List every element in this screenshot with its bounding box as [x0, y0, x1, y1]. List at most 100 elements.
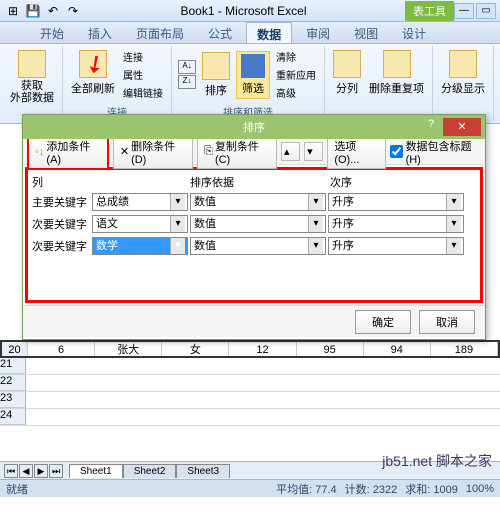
sort-dialog: 排序 ? ✕ ◦↓添加条件(A) ✕删除条件(D) ⎘复制条件(C) ▴ ▾ 选…	[22, 114, 486, 340]
watermark: jb51.net 脚本之家	[382, 451, 492, 471]
dialog-title: 排序	[243, 119, 265, 135]
data-row-empty[interactable]: 24	[0, 409, 500, 426]
text-to-columns-button[interactable]: 分列	[331, 48, 363, 98]
add-icon: ◦↓	[35, 146, 44, 158]
field-select-3[interactable]: 数学	[92, 237, 188, 255]
cell[interactable]: 张大	[95, 342, 162, 356]
undo-icon[interactable]: ↶	[44, 2, 62, 20]
reapply-button[interactable]: 重新应用	[274, 66, 318, 83]
cell[interactable]: 6	[28, 342, 95, 356]
status-ready: 就绪	[6, 481, 28, 497]
sort-row-1: 主要关键字 总成绩 数值 升序	[32, 192, 476, 212]
contextual-tab[interactable]: 表工具	[405, 1, 454, 21]
status-bar: 就绪 平均值: 77.4 计数: 2322 求和: 1009 100%	[0, 479, 500, 497]
tab-review[interactable]: 审阅	[296, 22, 340, 43]
cell[interactable]: 95	[297, 342, 364, 356]
tab-insert[interactable]: 插入	[78, 22, 122, 43]
headers-checkbox[interactable]: 数据包含标题(H)	[390, 138, 481, 166]
titlebar: ⊞ 💾 ↶ ↷ Book1 - Microsoft Excel 表工具 — ▭	[0, 0, 500, 22]
sheet-tab-2[interactable]: Sheet2	[123, 464, 177, 478]
row-header[interactable]: 20	[2, 342, 28, 356]
col-header-column: 列	[32, 174, 190, 190]
columns-icon	[333, 50, 361, 78]
status-count: 计数: 2322	[345, 481, 398, 497]
tab-nav-first[interactable]: ⏮	[4, 464, 18, 478]
col-header-order: 次序	[330, 174, 470, 190]
advanced-filter-button[interactable]: 高级	[274, 84, 318, 101]
data-row-empty[interactable]: 21	[0, 358, 500, 375]
tab-design[interactable]: 设计	[392, 22, 436, 43]
tab-layout[interactable]: 页面布局	[126, 22, 194, 43]
dialog-toolbar: ◦↓添加条件(A) ✕删除条件(D) ⎘复制条件(C) ▴ ▾ 选项(O)...…	[23, 139, 485, 165]
field-select-2[interactable]: 语文	[92, 215, 188, 233]
ribbon-tabs: 开始 插入 页面布局 公式 数据 审阅 视图 设计	[0, 22, 500, 44]
tab-nav-last[interactable]: ⏭	[49, 464, 63, 478]
cell[interactable]: 189	[431, 342, 498, 356]
tab-data[interactable]: 数据	[246, 22, 292, 43]
remove-duplicates-button[interactable]: 删除重复项	[367, 48, 426, 98]
order-select-1[interactable]: 升序	[328, 193, 464, 211]
tab-home[interactable]: 开始	[30, 22, 74, 43]
worksheet: 20 6 张大 女 12 95 94 189 21 22 23 24	[0, 340, 500, 426]
cell[interactable]: 12	[229, 342, 296, 356]
options-button[interactable]: 选项(O)...	[327, 135, 385, 169]
get-external-data-button[interactable]: 获取 外部数据	[8, 48, 56, 106]
move-down-button[interactable]: ▾	[304, 142, 323, 161]
tab-view[interactable]: 视图	[344, 22, 388, 43]
sheet-tab-3[interactable]: Sheet3	[176, 464, 230, 478]
sort-button[interactable]: 排序	[200, 50, 232, 100]
dialog-body: 列 排序依据 次序 主要关键字 总成绩 数值 升序 次要关键字 语文 数值 升序…	[25, 167, 483, 303]
status-avg: 平均值: 77.4	[276, 481, 337, 497]
basis-select-1[interactable]: 数值	[190, 193, 326, 211]
field-select-1[interactable]: 总成绩	[92, 193, 188, 211]
status-sum: 求和: 1009	[405, 481, 458, 497]
status-zoom[interactable]: 100%	[466, 483, 494, 495]
sort-za-icon[interactable]: Z↓	[178, 75, 196, 89]
copy-icon: ⎘	[204, 145, 213, 158]
refresh-icon	[79, 50, 107, 78]
tab-nav-prev[interactable]: ◀	[19, 464, 33, 478]
sort-row-2: 次要关键字 语文 数值 升序	[32, 214, 476, 234]
ok-button[interactable]: 确定	[355, 310, 411, 334]
move-up-button[interactable]: ▴	[281, 142, 300, 161]
minimize-button[interactable]: —	[454, 3, 474, 19]
outline-button[interactable]: 分级显示	[439, 48, 487, 98]
maximize-button[interactable]: ▭	[476, 3, 496, 19]
copy-condition-button[interactable]: ⎘复制条件(C)	[197, 135, 277, 169]
filter-button[interactable]: 筛选	[236, 51, 270, 99]
dialog-footer: 确定 取消	[23, 305, 485, 337]
basis-select-2[interactable]: 数值	[190, 215, 326, 233]
outline-icon	[449, 50, 477, 78]
basis-select-3[interactable]: 数值	[190, 237, 326, 255]
funnel-icon	[241, 54, 265, 78]
dialog-titlebar[interactable]: 排序 ? ✕	[23, 115, 485, 139]
refresh-all-button[interactable]: 全部刷新	[69, 48, 117, 101]
data-row-20[interactable]: 20 6 张大 女 12 95 94 189	[0, 340, 500, 358]
save-icon[interactable]: 💾	[24, 2, 42, 20]
delete-icon: ✕	[120, 145, 129, 158]
data-row-empty[interactable]: 22	[0, 375, 500, 392]
dialog-close-button[interactable]: ✕	[443, 118, 481, 136]
redo-icon[interactable]: ↷	[64, 2, 82, 20]
cell[interactable]: 女	[162, 342, 229, 356]
cell[interactable]: 94	[364, 342, 431, 356]
sheet-tab-1[interactable]: Sheet1	[69, 464, 123, 478]
tab-formulas[interactable]: 公式	[198, 22, 242, 43]
delete-condition-button[interactable]: ✕删除条件(D)	[113, 135, 193, 169]
tab-nav-next[interactable]: ▶	[34, 464, 48, 478]
cancel-button[interactable]: 取消	[419, 310, 475, 334]
edit-links-button[interactable]: 编辑链接	[121, 84, 165, 101]
properties-button[interactable]: 属性	[121, 66, 165, 83]
sort-az-icon[interactable]: A↓	[178, 60, 196, 74]
connections-button[interactable]: 连接	[121, 48, 165, 65]
sort-icon	[202, 52, 230, 80]
data-row-empty[interactable]: 23	[0, 392, 500, 409]
database-icon	[18, 50, 46, 78]
order-select-3[interactable]: 升序	[328, 237, 464, 255]
dialog-help-button[interactable]: ?	[421, 118, 441, 136]
order-select-2[interactable]: 升序	[328, 215, 464, 233]
ribbon: 获取 外部数据 全部刷新 连接 属性 编辑链接 连接 A↓ Z↓ 排序 筛选 清…	[0, 44, 500, 124]
office-button[interactable]: ⊞	[4, 2, 22, 20]
window-title: Book1 - Microsoft Excel	[82, 4, 405, 18]
clear-filter-button[interactable]: 清除	[274, 48, 318, 65]
